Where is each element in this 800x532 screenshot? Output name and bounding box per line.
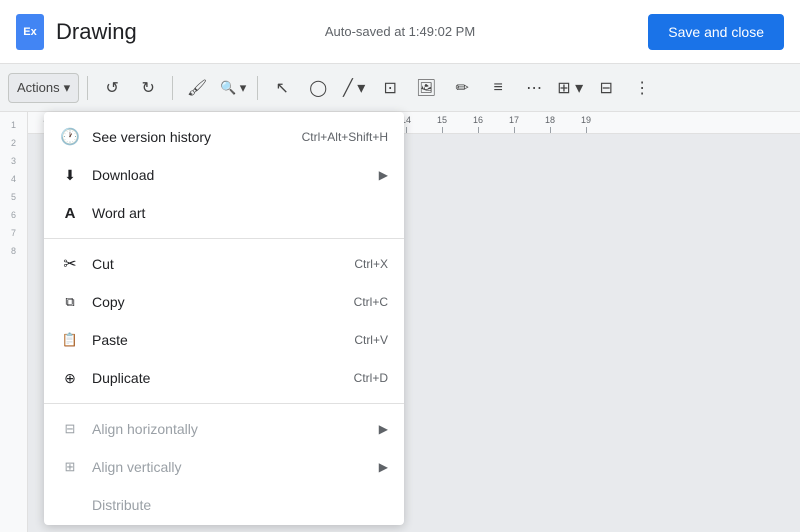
word-art-icon: A [60, 203, 80, 223]
menu-item-copy[interactable]: ⧉ Copy Ctrl+C [44, 283, 404, 321]
toolbar: Actions ▾ ↺ ↻ 🖌 🔍 ▾ ↖ ◯ ╱ ▾ ⊡ 🖼 ✏ ≡ ⋯ ⊞ … [0, 64, 800, 112]
cut-icon: ✂ [60, 254, 80, 274]
align-h-icon: ⊟ [60, 419, 80, 439]
ruler-mark: 18 [532, 115, 568, 133]
menu-item-align-h[interactable]: ⊟ Align horizontally ▶ [44, 410, 404, 448]
select-tool[interactable]: ↖ [266, 72, 298, 104]
undo-button[interactable]: ↺ [96, 72, 128, 104]
download-label: Download [92, 167, 367, 183]
menu-item-word-art[interactable]: A Word art [44, 194, 404, 232]
version-history-label: See version history [92, 129, 290, 145]
distribute-icon [60, 495, 80, 515]
autosave-status: Auto-saved at 1:49:02 PM [325, 24, 475, 39]
actions-dropdown: 🕐 See version history Ctrl+Alt+Shift+H ⬇… [44, 112, 404, 525]
menu-item-distribute[interactable]: Distribute [44, 486, 404, 519]
save-close-button[interactable]: Save and close [648, 14, 784, 50]
document-title: Drawing [56, 19, 137, 45]
shape-tool[interactable]: ◯ [302, 72, 334, 104]
menu-item-duplicate[interactable]: ⊕ Duplicate Ctrl+D [44, 359, 404, 397]
align-h-label: Align horizontally [92, 421, 367, 437]
menu-item-download[interactable]: ⬇ Download ▶ [44, 156, 404, 194]
menu-item-version-history[interactable]: 🕐 See version history Ctrl+Alt+Shift+H [44, 118, 404, 156]
duplicate-icon: ⊕ [60, 368, 80, 388]
paint-format-button[interactable]: 🖌 [181, 72, 213, 104]
ruler-mark: 16 [460, 115, 496, 133]
zoom-button[interactable]: 🔍 ▾ [217, 72, 249, 104]
toolbar-divider-3 [257, 76, 258, 100]
pen-tool[interactable]: ✏ [446, 72, 478, 104]
crop-tool[interactable]: ⊞ ▾ [554, 72, 586, 104]
menu-item-align-v[interactable]: ⊞ Align vertically ▶ [44, 448, 404, 486]
align-h-arrow: ▶ [379, 422, 388, 436]
text-box-tool[interactable]: ⊡ [374, 72, 406, 104]
cut-label: Cut [92, 256, 342, 272]
dash-style-tool[interactable]: ⋯ [518, 72, 550, 104]
word-art-label: Word art [92, 205, 388, 221]
ruler-v-4: 4 [11, 174, 16, 184]
ruler-v-8: 8 [11, 246, 16, 256]
ruler-v-label: 1 [11, 120, 16, 130]
ruler-v-3: 3 [11, 156, 16, 166]
ruler-v-5: 5 [11, 192, 16, 202]
photo-tool[interactable]: ⊟ [590, 72, 622, 104]
app-header: Ex Drawing Auto-saved at 1:49:02 PM Save… [0, 0, 800, 64]
version-history-shortcut: Ctrl+Alt+Shift+H [302, 130, 388, 144]
menu-item-cut[interactable]: ✂ Cut Ctrl+X [44, 245, 404, 283]
paste-icon: 📋 [60, 330, 80, 350]
vertical-ruler: 1 2 3 4 5 6 7 8 [0, 112, 28, 532]
paste-label: Paste [92, 332, 342, 348]
ruler-v-2: 2 [11, 138, 16, 148]
image-tool[interactable]: 🖼 [410, 72, 442, 104]
line-tool[interactable]: ╱ ▾ [338, 72, 370, 104]
align-v-icon: ⊞ [60, 457, 80, 477]
download-icon: ⬇ [60, 165, 80, 185]
ruler-mark: 15 [424, 115, 460, 133]
redo-button[interactable]: ↻ [132, 72, 164, 104]
menu-divider-2 [44, 403, 404, 404]
duplicate-label: Duplicate [92, 370, 342, 386]
copy-icon: ⧉ [60, 292, 80, 312]
ruler-v-7: 7 [11, 228, 16, 238]
ruler-mark: 17 [496, 115, 532, 133]
duplicate-shortcut: Ctrl+D [354, 371, 388, 385]
actions-label: Actions [17, 80, 60, 95]
download-arrow: ▶ [379, 168, 388, 182]
actions-menu-button[interactable]: Actions ▾ [8, 73, 79, 103]
ruler-mark: 19 [568, 115, 604, 133]
menu-divider-1 [44, 238, 404, 239]
distribute-label: Distribute [92, 497, 388, 513]
align-v-arrow: ▶ [379, 460, 388, 474]
app-icon: Ex [16, 14, 44, 50]
toolbar-divider [87, 76, 88, 100]
toolbar-divider-2 [172, 76, 173, 100]
line-style-tool[interactable]: ≡ [482, 72, 514, 104]
paste-shortcut: Ctrl+V [354, 333, 388, 347]
cut-shortcut: Ctrl+X [354, 257, 388, 271]
copy-label: Copy [92, 294, 342, 310]
ruler-v-6: 6 [11, 210, 16, 220]
clock-icon: 🕐 [60, 127, 80, 147]
menu-item-paste[interactable]: 📋 Paste Ctrl+V [44, 321, 404, 359]
actions-arrow: ▾ [64, 80, 71, 96]
more-options-button[interactable]: ⋮ [626, 72, 658, 104]
align-v-label: Align vertically [92, 459, 367, 475]
copy-shortcut: Ctrl+C [354, 295, 388, 309]
